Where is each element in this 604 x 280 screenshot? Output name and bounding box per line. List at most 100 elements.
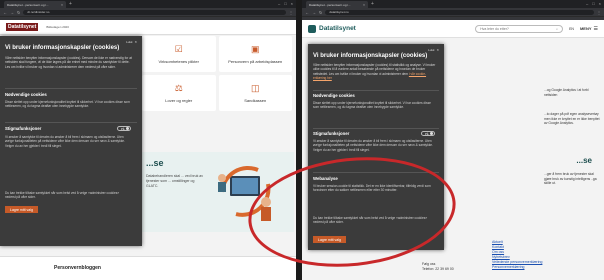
blog-title[interactable]: Personvernbloggen (54, 265, 101, 271)
hamburger-icon[interactable]: ☰ (594, 26, 598, 32)
left-header-meta[interactable]: Bildedagen 2020 (46, 25, 69, 29)
toggle-knob (126, 127, 129, 130)
left-promo-text: Databehandleren skal ... ved bruk av tje… (146, 174, 204, 188)
close-icon: ✕ (134, 40, 137, 44)
footer-link[interactable]: Personvernerklæring (492, 265, 542, 270)
topic-card[interactable]: ▣ Personvern på arbeidsplassen (218, 36, 292, 72)
left-promo-title: ...se (146, 158, 164, 168)
left-footer: Personvernbloggen (0, 256, 296, 280)
site-logo-text[interactable]: Datatilsynet (319, 25, 356, 32)
cookie-close-label: Lukk (126, 40, 133, 44)
divider (313, 128, 439, 129)
maximize-icon[interactable]: □ (592, 0, 594, 8)
right-url-input[interactable]: datatilsynet.no (325, 9, 594, 15)
divider (313, 172, 439, 173)
right-site-header: Datatilsynet Hva leter du etter? ⌕ EN ME… (302, 20, 604, 38)
maximize-icon[interactable]: □ (284, 0, 286, 8)
footer-contact: Følg oss Telefon: 22 39 69 00 (422, 262, 454, 272)
topic-card-label: Lover og regler (165, 98, 193, 103)
minimize-icon[interactable]: – (278, 0, 280, 8)
left-browser-tab[interactable]: Datatilsynet - personvern og i... × (4, 1, 66, 8)
toggle-knob (430, 132, 433, 135)
topic-card-label: Personvern på arbeidsplassen (228, 59, 283, 64)
close-tab-icon[interactable]: × (363, 3, 365, 7)
sandbox-icon: ◫ (250, 83, 260, 93)
back-icon[interactable]: ← (305, 10, 309, 15)
left-address-bar: ← → ↻ dt.no/dinsider.no ⋮ (0, 8, 296, 16)
new-tab-icon[interactable]: + (371, 1, 374, 8)
reload-icon[interactable]: ↻ (17, 10, 20, 15)
left-url-text: dt.no/dinsider.no (27, 10, 50, 14)
back-icon[interactable]: ← (3, 10, 7, 15)
save-choice-button[interactable]: Lagre mitt valg (5, 206, 38, 213)
right-browser-tab[interactable]: Datatilsynet - personvern og i... × (306, 1, 368, 8)
menu-dots-icon[interactable]: ⋮ (597, 10, 601, 15)
topic-card[interactable]: ☑ Virksomhetenes plikter (142, 36, 216, 72)
necessary-cookies-title: Nødvendige cookies (313, 93, 355, 98)
minimize-icon[interactable]: – (586, 0, 588, 8)
close-window-icon[interactable]: × (291, 0, 293, 8)
menu-button[interactable]: MENY (580, 26, 592, 31)
cookie-consent-dialog-right: Lukk ✕ Vi bruker informasjonskapsler (co… (308, 44, 444, 250)
site-search-input[interactable]: Hva leter du etter? ⌕ (475, 24, 564, 33)
topic-card[interactable]: ⚖ Lover og regler (142, 75, 216, 111)
cookie-close-button[interactable]: Lukk ✕ (126, 40, 137, 44)
reload-icon[interactable]: ↻ (319, 10, 322, 15)
new-tab-icon[interactable]: + (69, 1, 72, 8)
right-content-snippet: ...og Google Analytics i at forbl nettsi… (544, 88, 589, 97)
right-address-bar: ← → ↻ datatilsynet.no ⋮ (302, 8, 604, 16)
datatilsynet-logo-icon[interactable] (308, 24, 316, 33)
close-tab-icon[interactable]: × (61, 3, 63, 7)
stats-title: Stigmafunksjoner (313, 131, 350, 136)
right-tab-bar: Datatilsynet - personvern og i... × + – … (302, 0, 604, 8)
cookie-intro-text: Våre nettsider benytter informasjonskaps… (5, 56, 132, 69)
left-tab-title: Datatilsynet - personvern og i... (7, 2, 49, 7)
briefcase-icon: ▣ (250, 44, 260, 54)
topic-card[interactable]: ◫ Sandkassen (218, 75, 292, 111)
topic-card-label: Virksomhetenes plikter (158, 59, 199, 64)
right-browser-window: Datatilsynet - personvern og i... × + – … (302, 0, 604, 280)
search-placeholder: Hva leter du etter? (480, 26, 509, 31)
necessary-cookies-text: Disse slettet opp under kjernefunksjonal… (313, 101, 431, 110)
scales-icon: ⚖ (174, 83, 183, 93)
stats-text: Vi ønsker å samtykke til deratm du ønske… (5, 135, 125, 148)
right-content-snippet: ...ger å frem bruk av tjenester skal gjø… (544, 172, 597, 186)
menu-dots-icon[interactable]: ⋮ (289, 10, 293, 15)
left-site-logo[interactable]: Datatilsynet (6, 23, 39, 31)
footer-phone: Telefon: 22 39 69 00 (422, 267, 454, 271)
cookie-title: Vi bruker informasjonskapsler (cookies) (313, 53, 428, 59)
left-site-header: Datatilsynet Bildedagen 2020 (0, 20, 296, 35)
right-content-snippet: ...to dager på pdf egen analysevertøy me… (544, 112, 600, 126)
necessary-cookies-text: Disse slettet opp under kjernefunksjonal… (5, 100, 130, 109)
forward-icon[interactable]: → (10, 10, 14, 15)
right-tab-title: Datatilsynet - personvern og i... (309, 2, 351, 7)
cookie-title: Vi bruker informasjonskapsler (cookies) (5, 45, 120, 51)
search-icon[interactable]: ⌕ (556, 27, 558, 31)
cookie-footer-text: Du kan trekke tilbake samtykket når som … (313, 216, 428, 225)
save-choice-button[interactable]: Lagre mitt valg (313, 236, 346, 243)
topic-card-grid: ☑ Virksomhetenes plikter ▣ Personvern på… (142, 36, 292, 111)
language-switch[interactable]: EN (569, 27, 574, 31)
cookie-consent-dialog-left: Lukk ✕ Vi bruker informasjonskapsler (co… (0, 36, 142, 246)
divider (5, 122, 137, 123)
topic-card-label: Sandkassen (244, 98, 267, 103)
footer-links: Aktuelt Kontakt Om oss Nyhetsbrev Veiled… (492, 240, 542, 270)
close-icon: ✕ (436, 48, 439, 52)
stats-toggle[interactable]: På (421, 131, 435, 136)
close-window-icon[interactable]: × (599, 0, 601, 8)
left-url-input[interactable]: dt.no/dinsider.no (23, 9, 286, 15)
web-analytics-text: Vi bruker session-cookie til statistikk.… (313, 184, 431, 193)
right-url-text: datatilsynet.no (329, 10, 349, 14)
web-analytics-title: Webanalyse (313, 176, 338, 181)
left-promo-section: ...se Databehandleren skal ... ved bruk … (142, 152, 294, 232)
stats-toggle-label: På (425, 131, 429, 136)
stats-toggle[interactable]: På (117, 126, 131, 131)
left-browser-window: Datatilsynet - personvern og i... × + – … (0, 0, 296, 280)
forward-icon[interactable]: → (312, 10, 316, 15)
cookie-close-button[interactable]: Lukk ✕ (428, 48, 439, 52)
cookie-close-label: Lukk (428, 48, 435, 52)
left-tab-bar: Datatilsynet - personvern og i... × + – … (0, 0, 296, 8)
stats-text: Vi ønsker å samtykke til deratm du ønske… (313, 139, 433, 152)
illustration-image (218, 166, 271, 221)
right-section-heading: ...se (576, 156, 592, 165)
